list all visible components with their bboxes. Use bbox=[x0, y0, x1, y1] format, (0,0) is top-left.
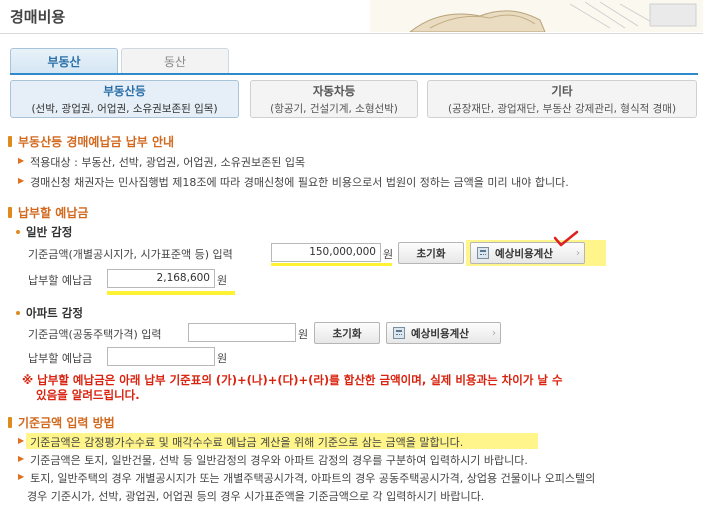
chevron-right-icon: › bbox=[576, 247, 580, 259]
bullet-dot-icon bbox=[16, 230, 20, 234]
notice-line: ▶ 적용대상 : 부동산, 선박, 광업권, 어업권, 소유권보존된 입목 bbox=[18, 154, 305, 170]
notice-line-text: 경매신청 채권자는 민사집행법 제18조에 따라 경매신청에 필요한 비용으로서… bbox=[30, 176, 569, 189]
method-line: ▶ 기준금액은 토지, 일반건물, 선박 등 일반감정의 경우와 아파트 감정의… bbox=[18, 452, 528, 468]
chevron-right-icon: › bbox=[492, 327, 496, 339]
general-appraisal-heading: 일반 감정 bbox=[16, 224, 72, 240]
subtab-vehicles[interactable]: 자동차등 (항공기, 건설기계, 소형선박) bbox=[250, 80, 418, 118]
method-line-text: 기준금액은 토지, 일반건물, 선박 등 일반감정의 경우와 아파트 감정의 경… bbox=[30, 454, 528, 467]
method-line-continuation: 경우 기준시가, 선박, 광업권, 어업권 등의 경우 시가표준액을 기준금액으… bbox=[27, 490, 485, 503]
calculator-icon bbox=[393, 327, 405, 339]
method-heading: 기준금액 입력 방법 bbox=[8, 414, 115, 431]
warning-line2: 있음을 알려드립니다. bbox=[36, 388, 140, 402]
apartment-appraisal-heading: 아파트 감정 bbox=[16, 305, 83, 321]
checkmark-icon bbox=[553, 230, 579, 247]
general-calc-label: 예상비용계산 bbox=[495, 247, 553, 260]
tab-movables[interactable]: 동산 bbox=[121, 48, 229, 74]
section-marker-icon bbox=[8, 136, 12, 147]
general-base-unit: 원 bbox=[383, 248, 394, 261]
apartment-pay-output bbox=[107, 347, 215, 366]
apartment-appraisal-title: 아파트 감정 bbox=[26, 306, 83, 320]
general-reset-button[interactable]: 초기화 bbox=[398, 242, 464, 264]
subtab-desc: (공장재단, 광업재단, 부동산 강제관리, 형식적 경매) bbox=[447, 102, 677, 115]
arrow-bullet-icon: ▶ bbox=[18, 454, 25, 463]
tab-real-estate[interactable]: 부동산 bbox=[10, 48, 118, 74]
general-appraisal-title: 일반 감정 bbox=[26, 225, 73, 239]
apartment-reset-button[interactable]: 초기화 bbox=[314, 322, 380, 344]
arrow-bullet-icon: ▶ bbox=[18, 176, 25, 185]
subtab-others[interactable]: 기타 (공장재단, 광업재단, 부동산 강제관리, 형식적 경매) bbox=[427, 80, 697, 118]
subtab-desc: (항공기, 건설기계, 소형선박) bbox=[270, 102, 398, 115]
arrow-bullet-icon: ▶ bbox=[18, 156, 25, 165]
arrow-bullet-icon: ▶ bbox=[18, 472, 25, 481]
deposit-heading: 납부할 예납금 bbox=[8, 204, 88, 221]
notice-line-text: 적용대상 : 부동산, 선박, 광업권, 어업권, 소유권보존된 입목 bbox=[30, 156, 306, 169]
subtab-real-estate[interactable]: 부동산등 (선박, 광업권, 어업권, 소유권보존된 입목) bbox=[10, 80, 239, 118]
notice-line: ▶ 경매신청 채권자는 민사집행법 제18조에 따라 경매신청에 필요한 비용으… bbox=[18, 174, 569, 190]
method-line: ▶ 토지, 일반주택의 경우 개별공시지가 또는 개별주택공시가격, 아파트의 … bbox=[18, 470, 595, 486]
method-line: ▶ 기준금액은 감정평가수수료 및 매각수수료 예납금 계산을 위해 기준으로 … bbox=[18, 434, 463, 450]
notice-heading-text: 부동산등 경매예납금 납부 안내 bbox=[18, 135, 175, 149]
page-title: 경매비용 bbox=[10, 8, 66, 26]
section-marker-icon bbox=[8, 207, 12, 218]
title-divider bbox=[0, 33, 703, 34]
section-marker-icon bbox=[8, 417, 12, 428]
general-base-input[interactable]: 150,000,000 bbox=[271, 243, 381, 262]
apartment-calc-label: 예상비용계산 bbox=[411, 327, 469, 340]
general-pay-unit: 원 bbox=[217, 274, 228, 287]
highlight-underline bbox=[107, 291, 235, 295]
warning-line1: ※ 납부할 예납금은 아래 납부 기준표의 (가)+(나)+(다)+(라)를 합… bbox=[22, 373, 563, 387]
subtab-title: 자동차등 bbox=[312, 83, 356, 98]
general-pay-output: 2,168,600 bbox=[107, 269, 215, 288]
subtab-desc: (선박, 광업권, 어업권, 소유권보존된 입목) bbox=[31, 102, 218, 115]
deposit-heading-text: 납부할 예납금 bbox=[18, 206, 89, 220]
calculator-icon bbox=[477, 247, 489, 259]
general-base-label: 기준금액(개별공시지가, 시가표준액 등) 입력 bbox=[28, 248, 233, 261]
header-illustration bbox=[370, 0, 703, 32]
tab-divider bbox=[10, 73, 698, 75]
apartment-base-input[interactable] bbox=[188, 323, 296, 342]
subtab-title: 부동산등 bbox=[103, 83, 146, 98]
apartment-base-unit: 원 bbox=[298, 328, 309, 341]
apartment-base-label: 기준금액(공동주택가격) 입력 bbox=[28, 328, 162, 341]
method-line-text: 토지, 일반주택의 경우 개별공시지가 또는 개별주택공시가격, 아파트의 경우… bbox=[30, 472, 596, 485]
apartment-pay-label: 납부할 예납금 bbox=[28, 352, 93, 365]
bullet-dot-icon bbox=[16, 311, 20, 315]
notice-heading: 부동산등 경매예납금 납부 안내 bbox=[8, 133, 174, 150]
method-line-text: 기준금액은 감정평가수수료 및 매각수수료 예납금 계산을 위해 기준으로 삼는… bbox=[30, 436, 464, 449]
subtab-title: 기타 bbox=[551, 83, 573, 98]
apartment-calc-button[interactable]: 예상비용계산 › bbox=[386, 322, 501, 344]
arrow-bullet-icon: ▶ bbox=[18, 436, 25, 445]
highlight-underline bbox=[271, 263, 392, 266]
apartment-pay-unit: 원 bbox=[217, 352, 228, 365]
general-pay-label: 납부할 예납금 bbox=[28, 274, 93, 287]
method-heading-text: 기준금액 입력 방법 bbox=[18, 416, 115, 430]
